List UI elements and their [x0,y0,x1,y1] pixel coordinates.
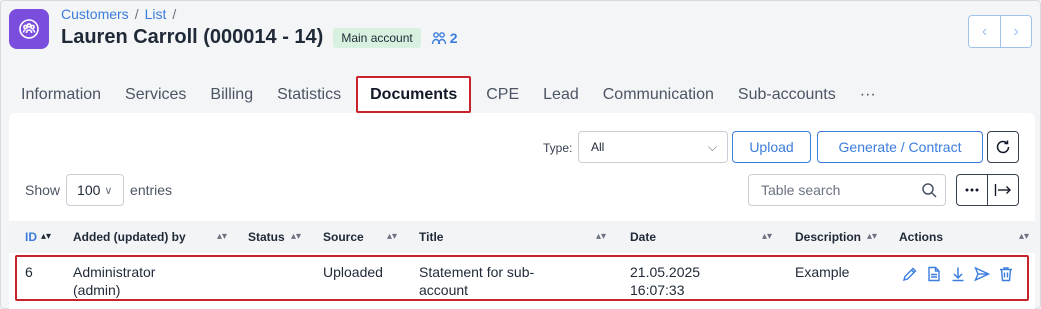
chevron-down-icon: ⌵ [707,140,717,154]
trash-icon [1000,267,1012,282]
column-header-actions: Actions [899,230,944,244]
main-account-badge: Main account [333,27,421,48]
cell-added-by: Administrator (admin) [73,263,155,299]
cell-title-line: account [419,282,469,298]
record-navigation: ‹ › [968,15,1032,48]
cell-id: 6 [25,264,33,280]
cell-added-by-login: (admin) [73,282,121,298]
column-header-status[interactable]: Status [248,221,285,253]
documents-panel: Type: All ⌵ Upload Generate / Contract S… [9,113,1035,309]
tab-sub-accounts[interactable]: Sub-accounts [726,76,848,113]
sort-icon[interactable]: ▴▾ [387,221,397,253]
column-header-source[interactable]: Source [323,221,364,253]
arrow-right-to-bar-icon [994,184,1011,196]
sort-icon[interactable]: ▴▾ [217,221,227,253]
tab-billing[interactable]: Billing [198,76,265,113]
ellipsis-icon [965,188,979,192]
sort-icon[interactable]: ▴▾ [596,221,606,253]
table-header: ID ▴▾ Added (updated) by ▴▾ Status ▴▾ So… [9,221,1035,253]
breadcrumb-list-link[interactable]: List [145,6,167,22]
entries-control: Show 100 ∨ entries [25,174,172,206]
tab-services[interactable]: Services [113,76,198,113]
customer-tabs: Information Services Billing Statistics … [9,76,888,113]
breadcrumb: Customers / List / [61,6,176,22]
page: Customers / List / Lauren Carroll (00001… [0,0,1041,309]
subaccounts-link[interactable]: 2 [431,30,458,46]
cell-date-time: 16:07:33 [630,282,685,298]
show-label: Show [25,182,61,198]
table-search [748,174,946,206]
chevron-right-icon: › [1013,22,1019,40]
column-header-id[interactable]: ID [25,221,37,253]
entries-value: 100 [77,182,101,198]
cell-added-by-name: Administrator [73,264,156,280]
tab-statistics[interactable]: Statistics [265,76,353,113]
document-icon [928,266,940,282]
entries-label: entries [130,182,173,198]
more-options-button[interactable] [957,175,987,205]
column-header-description[interactable]: Description [795,221,861,253]
customers-app-icon [9,9,49,49]
cell-date-day: 21.05.2025 [630,264,701,280]
breadcrumb-separator: / [134,6,139,22]
column-header-added-by[interactable]: Added (updated) by [73,221,186,253]
delete-button[interactable] [997,265,1015,283]
cell-title-line: Statement for sub- [419,264,535,280]
send-icon [974,266,990,282]
breadcrumb-separator: / [172,6,177,22]
sort-icon[interactable]: ▴▾ [41,221,51,253]
table-row: 6 Administrator (admin) Uploaded Stateme… [15,255,1029,301]
page-title: Lauren Carroll (000014 - 14) [61,26,324,48]
tab-cpe[interactable]: CPE [474,76,531,113]
expand-panel-button[interactable] [987,175,1018,205]
next-record-button[interactable]: › [1000,16,1031,47]
type-filter-value: All [591,140,605,154]
tab-information[interactable]: Information [9,76,113,113]
refresh-button[interactable] [987,131,1019,163]
sort-icon[interactable]: ▴▾ [291,221,301,253]
edit-button[interactable] [901,265,919,283]
tab-more[interactable]: ··· [848,76,888,113]
column-header-title[interactable]: Title [419,221,443,253]
cell-description: Example [795,264,850,280]
subaccount-count: 2 [449,29,458,46]
sort-icon[interactable]: ▴▾ [1019,221,1029,253]
tab-lead[interactable]: Lead [531,76,591,113]
entries-select[interactable]: 100 ∨ [66,174,125,206]
chevron-left-icon: ‹ [981,22,988,40]
title-row: Lauren Carroll (000014 - 14) Main accoun… [61,26,458,49]
table-search-input[interactable] [749,175,909,205]
tab-documents[interactable]: Documents [356,76,472,113]
tab-communication[interactable]: Communication [591,76,726,113]
row-actions [901,265,1015,283]
cell-date: 21.05.2025 16:07:33 [630,263,700,299]
breadcrumb-customers-link[interactable]: Customers [61,6,129,22]
upload-button[interactable]: Upload [732,131,811,163]
table-tools [956,174,1019,206]
pencil-icon [902,267,917,282]
users-icon [431,31,446,44]
download-icon [952,267,964,282]
type-filter-select[interactable]: All ⌵ [578,131,728,163]
column-header-date[interactable]: Date [630,221,656,253]
sort-icon[interactable]: ▴▾ [762,221,772,253]
sort-icon[interactable]: ▴▾ [867,221,877,253]
search-icon[interactable] [921,182,937,198]
cell-title: Statement for sub- account [419,263,534,299]
cell-source: Uploaded [323,264,383,280]
view-document-button[interactable] [925,265,943,283]
generate-contract-button[interactable]: Generate / Contract [817,131,983,163]
refresh-icon [996,140,1010,154]
send-button[interactable] [973,265,991,283]
type-filter-label: Type: [543,141,573,155]
previous-record-button[interactable]: ‹ [969,16,1000,47]
download-button[interactable] [949,265,967,283]
chevron-down-icon: ∨ [104,184,113,197]
